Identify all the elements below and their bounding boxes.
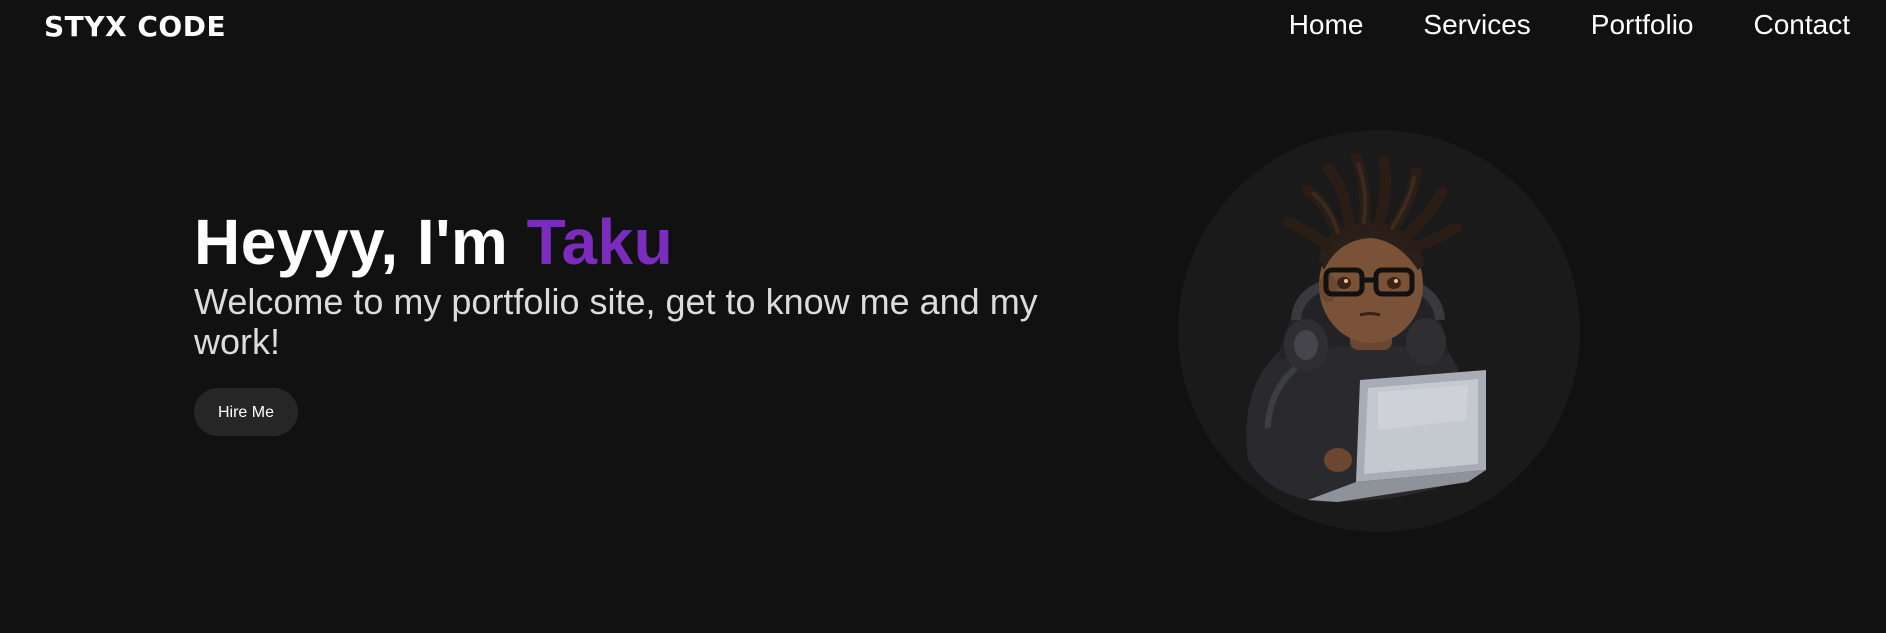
hire-me-button[interactable]: Hire Me	[194, 388, 298, 436]
avatar	[1178, 130, 1580, 532]
coder-avatar-icon	[1246, 152, 1486, 502]
site-logo[interactable]: STYX CODE	[44, 8, 226, 46]
page: STYX CODE Home Services Portfolio Contac…	[0, 0, 1886, 633]
hero-section: Heyyy, I'm Taku Welcome to my portfolio …	[194, 204, 1074, 436]
hero-name: Taku	[526, 206, 674, 278]
main-nav: Home Services Portfolio Contact	[1229, 6, 1850, 44]
nav-home[interactable]: Home	[1289, 6, 1364, 44]
hero-title: Heyyy, I'm Taku	[194, 204, 1074, 280]
hero-subtitle: Welcome to my portfolio site, get to kno…	[194, 281, 1038, 362]
hero-greeting: Heyyy, I'm	[194, 206, 527, 278]
nav-contact[interactable]: Contact	[1754, 6, 1851, 44]
nav-services[interactable]: Services	[1423, 6, 1530, 44]
nav-portfolio[interactable]: Portfolio	[1591, 6, 1694, 44]
